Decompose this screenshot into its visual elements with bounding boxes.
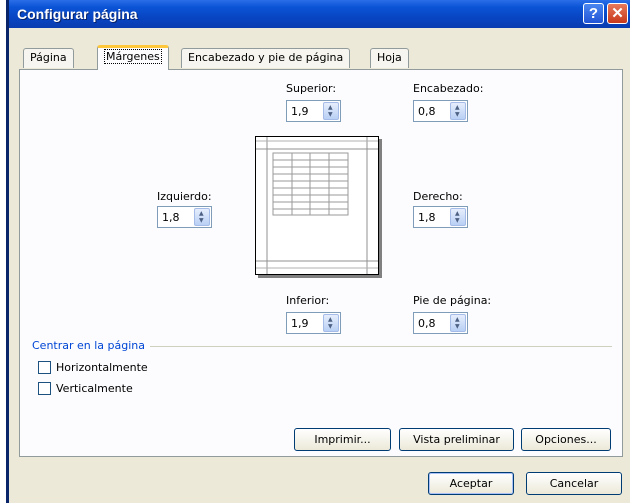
vertical-checkbox[interactable] bbox=[38, 382, 51, 395]
izquierdo-value: 1,8 bbox=[162, 211, 180, 224]
superior-spin-buttons[interactable]: ▲ ▼ bbox=[323, 102, 339, 120]
spin-down-arrow-icon[interactable]: ▼ bbox=[328, 324, 333, 330]
spin-down-arrow-icon[interactable]: ▼ bbox=[199, 218, 204, 224]
encabezado-value: 0,8 bbox=[418, 105, 436, 118]
pie-value: 0,8 bbox=[418, 317, 436, 330]
izquierdo-spinner[interactable]: 1,8 ▲ ▼ bbox=[157, 206, 212, 228]
horizontal-label[interactable]: Horizontalmente bbox=[56, 361, 148, 374]
pie-spinner[interactable]: 0,8 ▲ ▼ bbox=[413, 312, 468, 334]
window-title: Configurar página bbox=[17, 6, 138, 22]
horizontal-checkbox[interactable] bbox=[38, 361, 51, 374]
izquierdo-spin-buttons[interactable]: ▲ ▼ bbox=[194, 208, 210, 226]
derecho-spin-buttons[interactable]: ▲ ▼ bbox=[450, 208, 466, 226]
cancel-button[interactable]: Cancelar bbox=[526, 472, 622, 495]
derecho-value: 1,8 bbox=[418, 211, 436, 224]
encabezado-spin-buttons[interactable]: ▲ ▼ bbox=[450, 102, 466, 120]
spin-down-arrow-icon[interactable]: ▼ bbox=[455, 112, 460, 118]
page-preview-graphic bbox=[256, 137, 378, 274]
help-button[interactable]: ? bbox=[583, 3, 604, 24]
print-button[interactable]: Imprimir... bbox=[294, 428, 391, 451]
derecho-spinner[interactable]: 1,8 ▲ ▼ bbox=[413, 206, 468, 228]
superior-spinner[interactable]: 1,9 ▲ ▼ bbox=[286, 100, 341, 122]
tab-margenes[interactable]: Márgenes bbox=[97, 45, 169, 70]
encabezado-label: Encabezado: bbox=[413, 82, 484, 95]
ok-button[interactable]: Aceptar bbox=[428, 472, 514, 495]
pie-label: Pie de página: bbox=[413, 294, 492, 307]
tab-margenes-label: Márgenes bbox=[104, 49, 162, 64]
spin-down-arrow-icon[interactable]: ▼ bbox=[455, 324, 460, 330]
derecho-label: Derecho: bbox=[413, 190, 463, 203]
tab-hoja[interactable]: Hoja bbox=[370, 48, 409, 68]
encabezado-spinner[interactable]: 0,8 ▲ ▼ bbox=[413, 100, 468, 122]
pie-spin-buttons[interactable]: ▲ ▼ bbox=[450, 314, 466, 332]
inferior-value: 1,9 bbox=[291, 317, 309, 330]
superior-value: 1,9 bbox=[291, 105, 309, 118]
center-section-divider bbox=[150, 346, 612, 347]
spin-down-arrow-icon[interactable]: ▼ bbox=[328, 112, 333, 118]
superior-label: Superior: bbox=[286, 82, 337, 95]
tab-encabezado-pie[interactable]: Encabezado y pie de página bbox=[181, 48, 351, 68]
vertical-label[interactable]: Verticalmente bbox=[56, 382, 133, 395]
page-setup-dialog: Configurar página ? ✕ Página Márgenes En… bbox=[6, 0, 630, 503]
center-section-title: Centrar en la página bbox=[32, 339, 146, 352]
izquierdo-label: Izquierdo: bbox=[157, 190, 212, 203]
margins-panel: Superior: 1,9 ▲ ▼ Encabezado: 0,8 ▲ ▼ Iz… bbox=[19, 69, 623, 457]
spin-down-arrow-icon[interactable]: ▼ bbox=[455, 218, 460, 224]
print-preview-button[interactable]: Vista preliminar bbox=[399, 428, 514, 451]
tab-pagina[interactable]: Página bbox=[23, 48, 74, 68]
page-preview bbox=[255, 136, 379, 275]
options-button[interactable]: Opciones... bbox=[521, 428, 611, 451]
close-button[interactable]: ✕ bbox=[607, 3, 628, 24]
title-bar[interactable]: Configurar página ? ✕ bbox=[9, 0, 630, 28]
inferior-label: Inferior: bbox=[286, 294, 330, 307]
inferior-spinner[interactable]: 1,9 ▲ ▼ bbox=[286, 312, 341, 334]
inferior-spin-buttons[interactable]: ▲ ▼ bbox=[323, 314, 339, 332]
